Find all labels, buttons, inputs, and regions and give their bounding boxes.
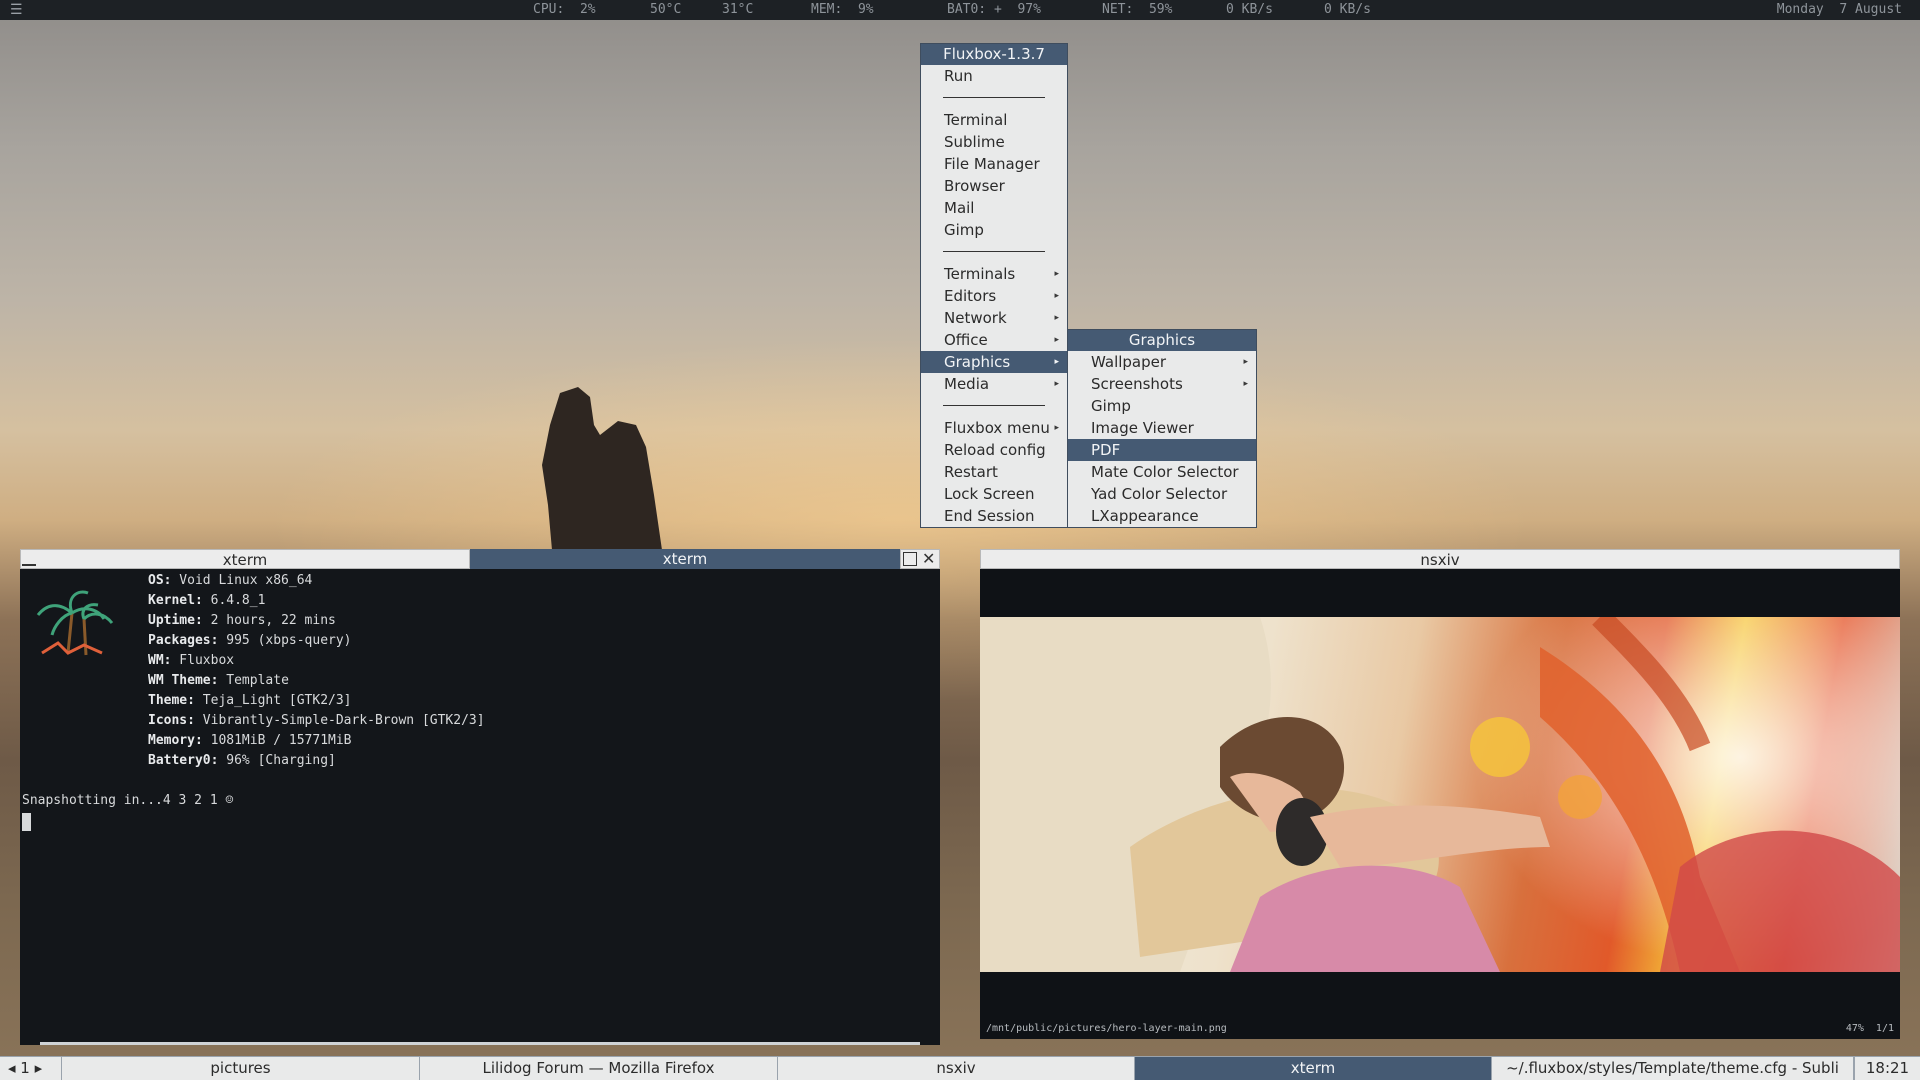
menu-item-fluxbox-menu[interactable]: Fluxbox menu ▸ — [921, 417, 1067, 439]
maximize-icon[interactable] — [903, 552, 917, 566]
menu-item-lock-screen[interactable]: Lock Screen — [921, 483, 1067, 505]
menu-item-label: Fluxbox menu — [944, 419, 1050, 437]
menu-separator — [921, 241, 1067, 263]
taskbar-clock: 18:21 — [1854, 1057, 1920, 1080]
nsxiv-viewer[interactable]: /mnt/public/pictures/hero-layer-main.png… — [980, 569, 1900, 1039]
zoom-and-index: 47% 1/1 — [1845, 1023, 1894, 1034]
menu-item-file-manager[interactable]: File Manager — [921, 153, 1067, 175]
net-stat: NET: 59% — [1102, 2, 1173, 17]
menu-item-mate-color-selector[interactable]: Mate Color Selector — [1068, 461, 1256, 483]
submenu-arrow-icon: ▸ — [1054, 313, 1059, 323]
submenu-arrow-icon: ▸ — [1243, 357, 1248, 367]
xterm-tab-1[interactable]: xterm — [20, 549, 470, 569]
menu-item-sublime[interactable]: Sublime — [921, 131, 1067, 153]
mem-stat: MEM: 9% — [811, 2, 874, 17]
taskbar: ◂ 1 ▸ pictures Lilidog Forum — Mozilla F… — [0, 1056, 1920, 1080]
palm-tree-logo — [36, 590, 114, 656]
close-icon[interactable]: ✕ — [922, 549, 935, 569]
submenu-arrow-icon: ▸ — [1054, 423, 1059, 433]
menu-item-terminals[interactable]: Terminals ▸ — [921, 263, 1067, 285]
info-line-theme: Theme: Teja_Light [GTK2/3] — [148, 693, 352, 708]
info-line-os: OS: Void Linux x86_64 — [148, 573, 313, 588]
menu-item-label: Media — [944, 375, 990, 393]
displayed-image — [980, 617, 1900, 972]
nsxiv-titlebar[interactable]: nsxiv — [980, 549, 1900, 569]
temp-stat-1: 50°C — [650, 2, 682, 17]
menu-item-editors[interactable]: Editors ▸ — [921, 285, 1067, 307]
net-up-stat: 0 KB/s — [1324, 2, 1371, 17]
submenu-arrow-icon: ▸ — [1054, 335, 1059, 345]
menu-item-lxappearance[interactable]: LXappearance — [1068, 505, 1256, 527]
menu-item-restart[interactable]: Restart — [921, 461, 1067, 483]
menu-item-wallpaper[interactable]: Wallpaper ▸ — [1068, 351, 1256, 373]
date-display: Monday 7 August — [1776, 2, 1902, 17]
info-line-wm-theme: WM Theme: Template — [148, 673, 289, 688]
menu-item-image-viewer[interactable]: Image Viewer — [1068, 417, 1256, 439]
graphics-submenu: Graphics Wallpaper ▸ Screenshots ▸ Gimp Im… — [1067, 329, 1257, 528]
submenu-arrow-icon: ▸ — [1054, 379, 1059, 389]
menu-item-yad-color-selector[interactable]: Yad Color Selector — [1068, 483, 1256, 505]
image-path: /mnt/public/pictures/hero-layer-main.png — [986, 1023, 1227, 1034]
menu-item-gimp-graphics[interactable]: Gimp — [1068, 395, 1256, 417]
menu-item-label: Network — [944, 309, 1007, 327]
terminal-cursor — [22, 813, 31, 831]
menu-item-run[interactable]: Run — [921, 65, 1067, 87]
rock-formation — [542, 387, 662, 550]
task-xterm[interactable]: xterm — [1135, 1057, 1492, 1080]
menu-item-gimp[interactable]: Gimp — [921, 219, 1067, 241]
menu-item-network[interactable]: Network ▸ — [921, 307, 1067, 329]
top-status-bar: ☰ CPU: 2% 50°C 31°C MEM: 9% BAT0: + 97% … — [0, 0, 1920, 20]
menu-item-label: Terminals — [944, 265, 1016, 283]
menu-separator — [921, 395, 1067, 417]
info-line-battery: Battery0: 96% [Charging] — [148, 753, 336, 768]
info-line-uptime: Uptime: 2 hours, 22 mins — [148, 613, 336, 628]
menu-item-media[interactable]: Media ▸ — [921, 373, 1067, 395]
info-line-memory: Memory: 1081MiB / 15771MiB — [148, 733, 352, 748]
info-line-packages: Packages: 995 (xbps-query) — [148, 633, 352, 648]
cpu-stat: CPU: 2% — [533, 2, 596, 17]
menu-item-pdf[interactable]: PDF — [1068, 439, 1256, 461]
menu-item-label: Office — [944, 331, 988, 349]
menu-item-graphics[interactable]: Graphics ▸ — [921, 351, 1067, 373]
info-line-wm: WM: Fluxbox — [148, 653, 235, 668]
menu-item-reload-config[interactable]: Reload config — [921, 439, 1067, 461]
menu-separator — [921, 87, 1067, 109]
workspace-switcher[interactable]: ◂ 1 ▸ — [0, 1057, 62, 1080]
menu-item-mail[interactable]: Mail — [921, 197, 1067, 219]
nsxiv-statusbar: /mnt/public/pictures/hero-layer-main.png… — [980, 1019, 1900, 1039]
info-line-kernel: Kernel: 6.4.8_1 — [148, 593, 266, 608]
info-line-icons: Icons: Vibrantly-Simple-Dark-Brown [GTK2… — [148, 713, 485, 728]
menu-item-screenshots[interactable]: Screenshots ▸ — [1068, 373, 1256, 395]
net-down-stat: 0 KB/s — [1226, 2, 1273, 17]
submenu-arrow-icon: ▸ — [1243, 379, 1248, 389]
xterm-window-buttons: ✕ — [900, 549, 940, 569]
task-firefox[interactable]: Lilidog Forum — Mozilla Firefox — [420, 1057, 778, 1080]
temp-stat-2: 31°C — [722, 2, 754, 17]
menu-title: Fluxbox-1.3.7 — [921, 44, 1067, 65]
minimize-icon[interactable] — [22, 564, 36, 566]
menu-item-browser[interactable]: Browser — [921, 175, 1067, 197]
task-pictures[interactable]: pictures — [62, 1057, 420, 1080]
menu-item-label: Editors — [944, 287, 997, 305]
snapshot-line: Snapshotting in...4 3 2 1 ☺ — [22, 793, 234, 808]
menu-icon[interactable]: ☰ — [10, 0, 23, 20]
submenu-title: Graphics — [1068, 330, 1256, 351]
task-nsxiv[interactable]: nsxiv — [778, 1057, 1135, 1080]
menu-item-office[interactable]: Office ▸ — [921, 329, 1067, 351]
xterm-tab-2[interactable]: xterm — [470, 549, 900, 569]
menu-item-label: Graphics — [944, 353, 1011, 371]
menu-item-terminal[interactable]: Terminal — [921, 109, 1067, 131]
menu-item-label: Screenshots — [1091, 375, 1183, 393]
submenu-arrow-icon: ▸ — [1054, 357, 1059, 367]
menu-item-label: Wallpaper — [1091, 353, 1167, 371]
task-sublime[interactable]: ~/.fluxbox/styles/Template/theme.cfg - S… — [1492, 1057, 1854, 1080]
menu-item-end-session[interactable]: End Session — [921, 505, 1067, 527]
submenu-arrow-icon: ▸ — [1054, 269, 1059, 279]
battery-stat: BAT0: + 97% — [947, 2, 1041, 17]
xterm-terminal[interactable]: OS: Void Linux x86_64 Kernel: 6.4.8_1 Up… — [20, 569, 940, 1045]
terminal-scrollbar[interactable] — [40, 1042, 920, 1045]
fluxbox-root-menu: Fluxbox-1.3.7 Run Terminal Sublime File … — [920, 43, 1068, 528]
submenu-arrow-icon: ▸ — [1054, 291, 1059, 301]
image-illustration — [980, 617, 1900, 972]
